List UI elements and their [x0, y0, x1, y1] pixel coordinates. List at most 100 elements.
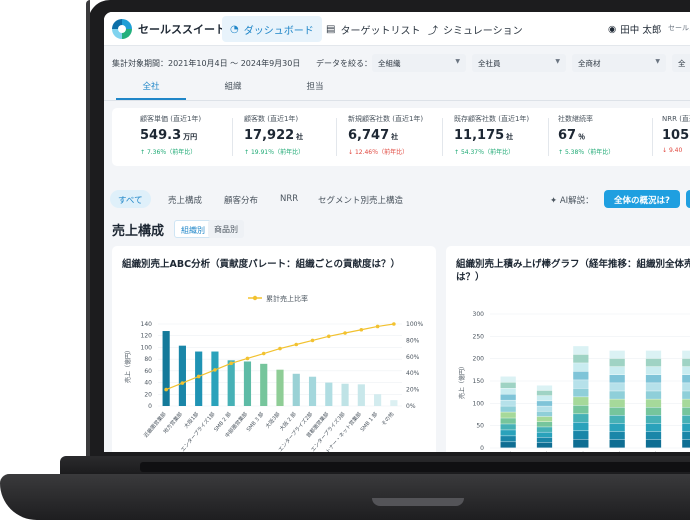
bar-segment	[500, 382, 516, 389]
chevron-down-icon: ▼	[455, 58, 460, 65]
tab-segment-structure[interactable]: セグメント別売上構造	[310, 190, 411, 208]
bar-segment	[573, 397, 589, 406]
extra-select-value: 全	[678, 59, 686, 68]
cumulative-point	[196, 374, 201, 379]
y2-tick-label: 80%	[406, 337, 420, 344]
kpi-delta: ↑ 54.37％（前年比）	[454, 149, 515, 156]
y-tick-label: 0	[480, 445, 484, 452]
nav-tab-simulation[interactable]: ⤴ シミュレーション	[420, 16, 531, 42]
user-subtitle: セールス	[668, 24, 690, 32]
divider	[442, 118, 443, 156]
kpi-card: 顧客単価 (直近1年) 549.3 万円 ↑ 7.36％（前年比）	[140, 114, 240, 156]
org-select[interactable]: 全組織 ▼	[372, 54, 466, 72]
y-tick-label: 200	[473, 356, 485, 363]
nav-tab-target-list[interactable]: ▤ ターゲットリスト	[318, 16, 428, 42]
bar-segment	[573, 431, 589, 440]
trend-icon: ⤴	[428, 25, 438, 37]
bar-segment	[645, 415, 662, 424]
cumulative-point	[261, 351, 266, 356]
tab-all[interactable]: すべて	[110, 190, 151, 208]
segment-org[interactable]: 組織別	[174, 220, 212, 238]
x-tick-label: 2024年4Q	[675, 451, 690, 452]
staff-select[interactable]: 全社員 ▼	[472, 54, 566, 72]
filter-bar: 集計対象期間：2021年10月4日 〜 2024年9月30日 データを絞る： 全…	[104, 46, 690, 80]
tab-owner[interactable]: 担当	[280, 80, 350, 100]
bar-segment	[609, 374, 625, 383]
cumulative-point	[375, 324, 380, 329]
bar-segment	[609, 399, 625, 408]
bar-segment	[609, 423, 625, 432]
product-select-value: 全商材	[578, 59, 601, 68]
stacked-bar-chart: 0 50 100 150 200 250 300 売上（億円） 2023年3Q 2023年4Q 20…	[458, 311, 690, 452]
user-menu[interactable]: ◉ 田中 太郎	[608, 22, 661, 37]
bar	[390, 400, 398, 406]
cumulative-point	[343, 331, 347, 335]
y-tick-label: 100	[473, 400, 485, 407]
divider	[548, 118, 549, 156]
legend-marker	[252, 295, 258, 301]
section-title: 売上構成	[112, 224, 165, 239]
tab-organization[interactable]: 組織	[198, 80, 268, 100]
tab-nrr[interactable]: NRR	[272, 190, 306, 208]
extra-select[interactable]: 全	[672, 54, 690, 72]
y-tick-label: 300	[473, 311, 485, 318]
y-tick-label: 100	[141, 344, 153, 351]
bar	[195, 351, 203, 406]
bar-segment	[645, 423, 662, 432]
kpi-delta: ↑ 19.91％（前年比）	[244, 149, 305, 156]
kpi-card: 顧客数 (直近1年) 17,922 社 ↑ 19.91％（前年比）	[244, 114, 344, 156]
bar-segment	[500, 388, 516, 394]
nav-tab-dashboard[interactable]: ◔ ダッシュボード	[222, 16, 322, 42]
bar-segment	[573, 414, 589, 423]
ai-label: ✦ AI解説：	[550, 196, 594, 206]
bar-segment	[536, 401, 553, 406]
bar-segment	[682, 366, 690, 375]
bar-segment	[682, 439, 690, 448]
x-tick-label: 近畿圏営業部	[142, 410, 168, 439]
segment-product[interactable]: 商品別	[208, 220, 244, 238]
legend-label: 累計売上比率	[266, 294, 308, 303]
x-tick-label: 2023年4Q	[530, 451, 560, 452]
app-header: セールススイート ◔ ダッシュボード ▤ ターゲットリスト ⤴ シミュレーション…	[104, 12, 690, 46]
bar	[243, 361, 252, 406]
bar-segment	[609, 431, 625, 440]
bar-segment	[645, 439, 662, 448]
tab-customer-distribution[interactable]: 顧客分布	[216, 190, 266, 208]
bar-segment	[682, 431, 690, 440]
bar-segment	[500, 430, 516, 436]
y-axis-label: 売上（億円）	[458, 363, 466, 399]
bar-segment	[645, 374, 662, 383]
chevron-down-icon: ▼	[655, 58, 660, 65]
tab-company[interactable]: 全社	[116, 80, 186, 100]
bar	[357, 384, 365, 406]
bar-segment	[536, 390, 553, 396]
tab-sales-composition[interactable]: 売上構成	[160, 190, 210, 208]
y2-tick-label: 100%	[406, 321, 423, 328]
ai-more-button[interactable]	[686, 190, 690, 208]
y-tick-label: 60	[144, 368, 152, 375]
bar-segment	[573, 363, 589, 372]
kpi-card: 既存顧客社数 (直近1年) 11,175 社 ↑ 54.37％（前年比）	[454, 114, 554, 156]
bar-segment	[645, 431, 662, 440]
stacked-chart-card: 組織別売上積み上げ棒グラフ（経年推移：組織別全体売上は？） 0 50 100 150 2…	[446, 246, 690, 452]
y-axis-label: 売上（億円）	[124, 347, 132, 383]
bar	[260, 363, 268, 406]
bar-segment	[573, 388, 589, 397]
kpi-label: NRR (直近1	[662, 115, 690, 123]
kpi-value: 6,747 社	[348, 128, 399, 143]
product-select[interactable]: 全商材 ▼	[572, 54, 666, 72]
bar-segment	[682, 415, 690, 424]
bar-segment	[573, 405, 589, 414]
cumulative-point	[229, 361, 233, 366]
cumulative-point	[164, 387, 168, 392]
kpi-value: 17,922 社	[244, 128, 304, 143]
ai-overview-button[interactable]: 全体の概況は?	[604, 190, 680, 208]
bar-segment	[573, 439, 589, 448]
user-icon: ◉	[608, 23, 617, 35]
bar-segment	[573, 371, 589, 380]
bar-segment	[536, 421, 553, 427]
kpi-panel: 顧客単価 (直近1年) 549.3 万円 ↑ 7.36％（前年比） 顧客数 (直近…	[112, 108, 690, 166]
bar	[178, 345, 186, 406]
bar-segment	[682, 358, 690, 367]
y-tick-label: 250	[473, 333, 485, 340]
